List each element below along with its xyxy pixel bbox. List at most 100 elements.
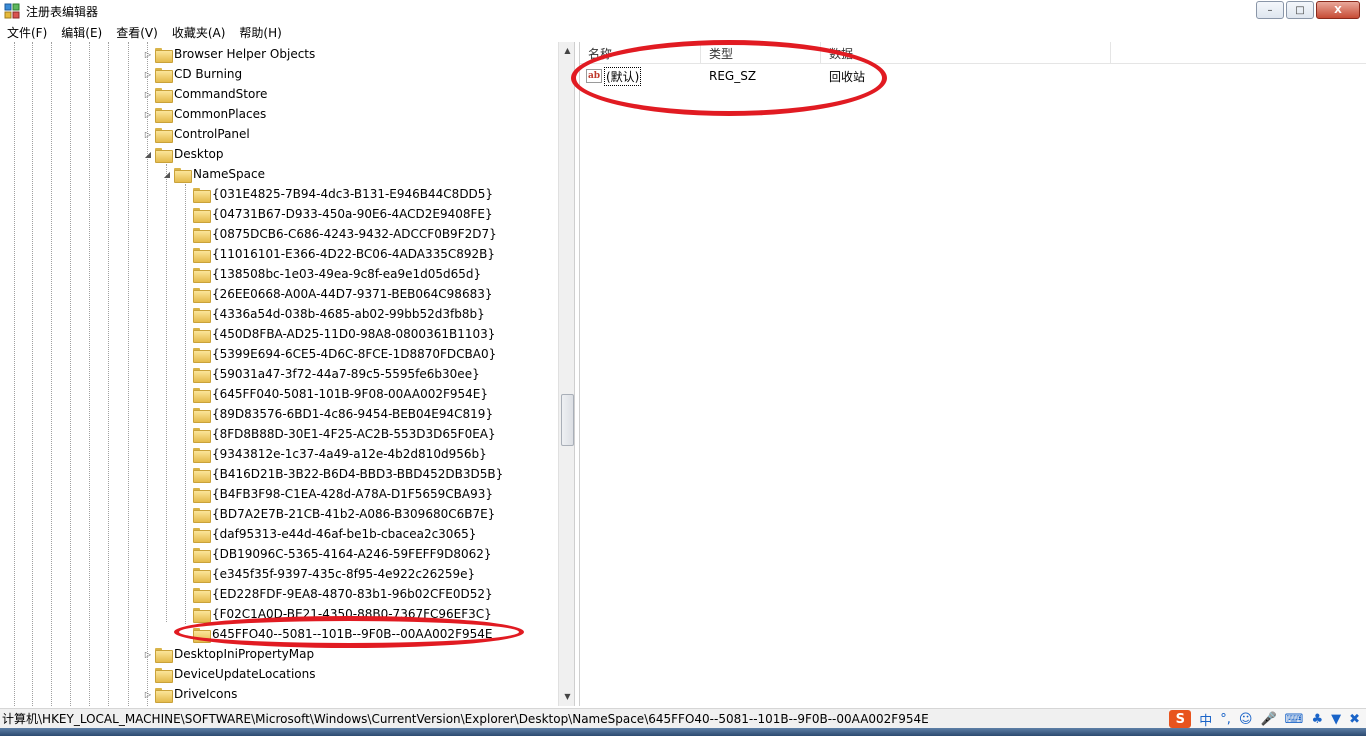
value-type: REG_SZ (709, 69, 757, 83)
tree-item-label: CD Burning (174, 67, 243, 81)
tools-icon[interactable]: ✖ (1349, 712, 1360, 727)
mic-icon[interactable]: 🎤 (1260, 712, 1276, 727)
value-row[interactable]: ab (默认) REG_SZ 回收站 (580, 66, 1366, 86)
punctuation-toggle[interactable]: °, (1220, 712, 1231, 727)
column-header-data[interactable]: 数据 (821, 42, 1111, 64)
tree-item[interactable]: {ED228FDF-9EA8-4870-83b1-96b02CFE0D52} (181, 584, 493, 604)
scroll-down-arrow-icon[interactable]: ▼ (559, 688, 574, 704)
menu-help[interactable]: 帮助(H) (232, 24, 288, 41)
tree-item[interactable]: ▷ DesktopIniPropertyMap (143, 644, 314, 664)
tree-guide-line (166, 164, 167, 622)
tree-item[interactable]: {138508bc-1e03-49ea-9c8f-ea9e1d05d65d} (181, 264, 481, 284)
folder-icon (155, 667, 173, 683)
tree-item-label: DriveIcons (174, 687, 238, 701)
tree-item[interactable]: {0875DCB6-C686-4243-9432-ADCCF0B9F2D7} (181, 224, 497, 244)
tree-item[interactable]: {04731B67-D933-450a-90E6-4ACD2E9408FE} (181, 204, 493, 224)
tree-item-label: Desktop (174, 147, 224, 161)
tree-item[interactable]: {450D8FBA-AD25-11D0-98A8-0800361B1103} (181, 324, 495, 344)
shirt-icon[interactable]: ▼ (1331, 712, 1341, 727)
skin-icon[interactable]: ♣ (1311, 712, 1323, 727)
tree-item[interactable]: {B416D21B-3B22-B6D4-BBD3-BBD452DB3D5B} (181, 464, 503, 484)
tree-item-label: {B4FB3F98-C1EA-428d-A78A-D1F5659CBA93} (212, 487, 494, 501)
tree-vertical-scrollbar[interactable]: ▲ ▼ (558, 42, 574, 706)
folder-icon (193, 327, 211, 343)
maximize-button[interactable]: □ (1286, 1, 1314, 19)
column-header-name[interactable]: 名称 (580, 42, 701, 64)
tree-item[interactable]: {e345f35f-9397-435c-8f95-4e922c26259e} (181, 564, 475, 584)
tree-item[interactable]: {DB19096C-5365-4164-A246-59FEFF9D8062} (181, 544, 492, 564)
scroll-thumb[interactable] (561, 394, 574, 446)
tree-item[interactable]: {BD7A2E7B-21CB-41b2-A086-B309680C6B7E} (181, 504, 495, 524)
tree-item[interactable]: ▷ Browser Helper Objects (143, 44, 315, 64)
expand-arrow-icon[interactable]: ▷ (143, 649, 153, 659)
tree-item[interactable]: {daf95313-e44d-46af-be1b-cbacea2c3065} (181, 524, 476, 544)
tree-item[interactable]: ▷ CD Burning (143, 64, 242, 84)
string-value-icon: ab (586, 69, 602, 83)
expand-arrow-icon[interactable]: ▷ (143, 49, 153, 59)
tree-item[interactable]: {B4FB3F98-C1EA-428d-A78A-D1F5659CBA93} (181, 484, 493, 504)
ime-mode-toggle[interactable]: 中 (1199, 710, 1212, 729)
menu-file[interactable]: 文件(F) (0, 24, 54, 41)
tree-item[interactable]: {031E4825-7B94-4dc3-B131-E946B44C8DD5} (181, 184, 493, 204)
emoji-icon[interactable]: ☺ (1239, 712, 1253, 727)
tree-guide-line (128, 42, 129, 706)
tree-item[interactable]: {11016101-E366-4D22-BC06-4ADA335C892B} (181, 244, 495, 264)
sogou-logo-icon[interactable]: S (1169, 710, 1192, 728)
tree-item[interactable]: ◢ Desktop (143, 144, 224, 164)
tree-item-label: 645FFO40--5081--101B--9F0B--00AA002F954E (212, 627, 493, 641)
menu-bar: 文件(F) 编辑(E) 查看(V) 收藏夹(A) 帮助(H) (0, 22, 1366, 42)
tree-guide-line (51, 42, 52, 706)
tree-item[interactable]: {645FF040-5081-101B-9F08-00AA002F954E} (181, 384, 488, 404)
collapse-arrow-icon[interactable]: ◢ (143, 149, 153, 159)
registry-values-pane[interactable]: 名称 类型 数据 ab (默认) REG_SZ 回收站 (579, 42, 1366, 706)
tree-item[interactable]: {5399E694-6CE5-4D6C-8FCE-1D8870FDCBA0} (181, 344, 496, 364)
folder-icon (193, 527, 211, 543)
tree-item-label: NameSpace (193, 167, 265, 181)
tree-item[interactable]: {89D83576-6BD1-4c86-9454-BEB04E94C819} (181, 404, 493, 424)
expand-arrow-icon[interactable]: ▷ (143, 129, 153, 139)
tree-item[interactable]: 645FFO40--5081--101B--9F0B--00AA002F954E (181, 624, 492, 644)
keyboard-icon[interactable]: ⌨ (1285, 712, 1304, 727)
tree-item[interactable]: ▷ DriveIcons (143, 684, 237, 704)
tree-item[interactable]: {F02C1A0D-BE21-4350-88B0-7367FC96EF3C} (181, 604, 492, 624)
menu-edit[interactable]: 编辑(E) (54, 24, 109, 41)
folder-icon (193, 467, 211, 483)
tree-item-label: {F02C1A0D-BE21-4350-88B0-7367FC96EF3C} (212, 607, 492, 621)
expand-arrow-icon[interactable]: ▷ (143, 689, 153, 699)
tree-item[interactable]: DeviceUpdateLocations (143, 664, 316, 684)
tree-item-label: {4336a54d-038b-4685-ab02-99bb52d3fb8b} (212, 307, 485, 321)
collapse-arrow-icon[interactable]: ◢ (162, 169, 172, 179)
menu-view[interactable]: 查看(V) (109, 24, 165, 41)
minimize-button[interactable]: – (1256, 1, 1284, 19)
column-header-type[interactable]: 类型 (701, 42, 821, 64)
tree-item[interactable]: {8FD8B88D-30E1-4F25-AC2B-553D3D65F0EA} (181, 424, 496, 444)
close-button[interactable]: X (1316, 1, 1360, 19)
tree-item-label: {645FF040-5081-101B-9F08-00AA002F954E} (212, 387, 488, 401)
folder-icon (193, 627, 211, 643)
expand-arrow-icon[interactable]: ▷ (143, 89, 153, 99)
tree-item[interactable]: {9343812e-1c37-4a49-a12e-4b2d810d956b} (181, 444, 487, 464)
tree-item[interactable]: ◢ NameSpace (162, 164, 265, 184)
folder-icon (155, 127, 173, 143)
expand-arrow-icon[interactable]: ▷ (143, 109, 153, 119)
tree-item[interactable]: ▷ ControlPanel (143, 124, 250, 144)
scroll-up-arrow-icon[interactable]: ▲ (559, 42, 574, 58)
tree-item[interactable]: ▷ CommonPlaces (143, 104, 266, 124)
minimize-icon: – (1267, 4, 1273, 16)
expand-arrow-icon[interactable]: ▷ (143, 69, 153, 79)
folder-icon (193, 307, 211, 323)
registry-tree-pane[interactable]: ▷ Browser Helper Objects ▷ CD Burning ▷ Comma… (0, 42, 575, 706)
tree-item[interactable]: ▷ CommandStore (143, 84, 267, 104)
tree-item-label: {89D83576-6BD1-4c86-9454-BEB04E94C819} (212, 407, 494, 421)
tree-item[interactable]: {26EE0668-A00A-44D7-9371-BEB064C98683} (181, 284, 492, 304)
tree-item[interactable]: {59031a47-3f72-44a7-89c5-5595fe6b30ee} (181, 364, 480, 384)
menu-favorites[interactable]: 收藏夹(A) (165, 24, 233, 41)
tree-item[interactable]: {4336a54d-038b-4685-ab02-99bb52d3fb8b} (181, 304, 485, 324)
